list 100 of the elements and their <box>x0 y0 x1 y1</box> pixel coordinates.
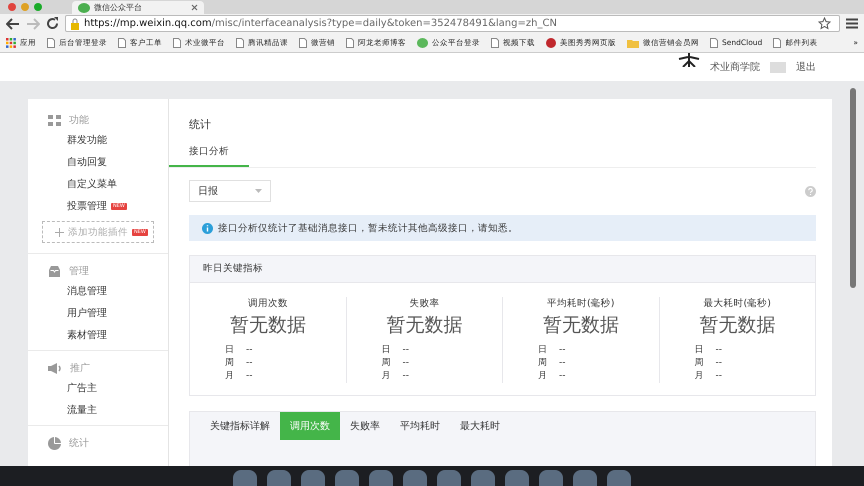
metric-label: 最大耗时(毫秒) <box>704 297 771 310</box>
reload-icon[interactable] <box>46 17 59 30</box>
info-icon <box>202 222 213 234</box>
logo-icon <box>678 53 700 67</box>
period-label: 月 <box>225 370 234 383</box>
metric-label: 调用次数 <box>248 297 288 310</box>
sidebar-item[interactable]: 素材管理 <box>28 324 168 346</box>
page-icon <box>47 38 55 48</box>
metric-value: 暂无数据 <box>230 313 306 338</box>
metric-tab[interactable]: 失败率 <box>340 412 390 440</box>
menu-icon[interactable] <box>846 18 858 29</box>
period-value: -- <box>246 344 252 357</box>
app-icon[interactable] <box>437 470 461 486</box>
page-icon <box>299 38 307 48</box>
page-icon <box>491 38 499 48</box>
period-label: 月 <box>382 370 390 383</box>
plus-icon <box>55 228 64 236</box>
chat-bubble-icon <box>78 2 90 12</box>
section-title: 统计 <box>69 436 89 450</box>
star-icon[interactable] <box>818 17 831 30</box>
app-icon[interactable] <box>573 470 597 486</box>
page-title: 统计 <box>188 117 212 133</box>
close-button[interactable] <box>8 3 16 11</box>
period-label: 日 <box>694 344 704 357</box>
metric-label: 失败率 <box>409 297 440 310</box>
app-icon[interactable] <box>607 470 631 486</box>
tab[interactable]: 接口分析 <box>169 145 249 167</box>
period-dropdown[interactable]: 日报 <box>189 180 271 202</box>
page-icon <box>346 38 354 48</box>
chat-bubble-icon <box>417 38 428 48</box>
close-icon[interactable] <box>191 4 198 11</box>
period-value: -- <box>246 357 252 370</box>
metric-value: 暂无数据 <box>542 313 619 338</box>
account-name: 术业商学院 <box>710 60 760 74</box>
notice-text: 接口分析仅统计了基础消息接口，暂未统计其他高级接口，请知悉。 <box>218 222 518 234</box>
sidebar-item[interactable]: 自动回复 <box>28 151 168 173</box>
period-label: 周 <box>382 357 390 370</box>
page-icon <box>236 38 244 48</box>
sidebar-item[interactable]: 群发功能 <box>28 129 168 151</box>
page-icon <box>118 38 126 48</box>
logout-link[interactable]: 退出 <box>796 60 816 74</box>
panel-header: 昨日关键指标 <box>190 256 815 283</box>
period-label: 周 <box>694 357 704 370</box>
app-icon[interactable] <box>301 470 325 486</box>
section-title: 功能 <box>69 114 89 127</box>
metric-value: 暂无数据 <box>386 313 462 338</box>
period-label: 日 <box>538 344 547 357</box>
app-icon[interactable] <box>539 470 563 486</box>
page-icon <box>710 38 718 48</box>
period-value: -- <box>716 344 722 357</box>
round-logo-icon <box>546 38 556 48</box>
period-label: 日 <box>382 344 390 357</box>
app-icon[interactable] <box>233 470 257 486</box>
scrollbar-thumb[interactable] <box>850 88 856 288</box>
period-value: -- <box>402 344 409 357</box>
page-icon <box>773 38 782 48</box>
sidebar-item[interactable]: 流量主 <box>28 399 168 421</box>
caret-icon <box>255 189 262 193</box>
period-label: 日 <box>225 344 234 357</box>
app-icon[interactable] <box>267 470 291 486</box>
period-value: -- <box>559 357 566 370</box>
grid-icon <box>48 114 61 126</box>
lock-icon <box>70 18 80 30</box>
zoom-button[interactable] <box>34 3 42 11</box>
back-icon[interactable] <box>6 18 20 30</box>
section-title: 推广 <box>70 362 90 375</box>
detail-title: 关键指标详解 <box>209 420 271 434</box>
sidebar-item[interactable]: 自定义菜单 <box>28 173 168 195</box>
metric-tab[interactable]: 最大耗时 <box>450 412 510 440</box>
period-value: -- <box>246 370 252 383</box>
megaphone-icon <box>48 362 62 374</box>
period-label: 周 <box>225 357 234 370</box>
app-icon[interactable] <box>335 470 359 486</box>
period-value: -- <box>716 357 722 370</box>
sidebar-item[interactable]: 广告主 <box>28 377 168 399</box>
folder-icon <box>627 38 639 48</box>
page-icon <box>173 38 181 48</box>
metric-label: 平均耗时(毫秒) <box>547 297 614 310</box>
period-label: 周 <box>538 357 547 370</box>
app-icon[interactable] <box>505 470 529 486</box>
period-value: -- <box>402 370 409 383</box>
period-value: -- <box>402 357 409 370</box>
period-label: 月 <box>694 370 704 383</box>
sidebar-item[interactable]: 消息管理 <box>28 280 168 302</box>
forward-icon[interactable] <box>26 18 40 30</box>
metric-tab[interactable]: 平均耗时 <box>390 412 450 440</box>
app-icon[interactable] <box>471 470 495 486</box>
period-label: 月 <box>538 370 547 383</box>
period-value: -- <box>716 370 722 383</box>
app-icon[interactable] <box>403 470 427 486</box>
period-value: -- <box>559 370 566 383</box>
app-icon[interactable] <box>369 470 393 486</box>
inbox-icon <box>48 266 61 276</box>
period-value: -- <box>559 344 566 357</box>
apps-grid-icon <box>6 38 16 48</box>
sidebar-item[interactable]: 用户管理 <box>28 302 168 324</box>
metric-value: 暂无数据 <box>699 313 776 338</box>
pie-chart-icon <box>48 436 61 450</box>
address-field[interactable]: https://mp.weixin.qq.com/misc/interfaceanalysis?type=daily&token=352478491&lang=zh_CN <box>65 15 840 32</box>
browser-tab[interactable]: 微信公众平台 <box>72 1 204 14</box>
